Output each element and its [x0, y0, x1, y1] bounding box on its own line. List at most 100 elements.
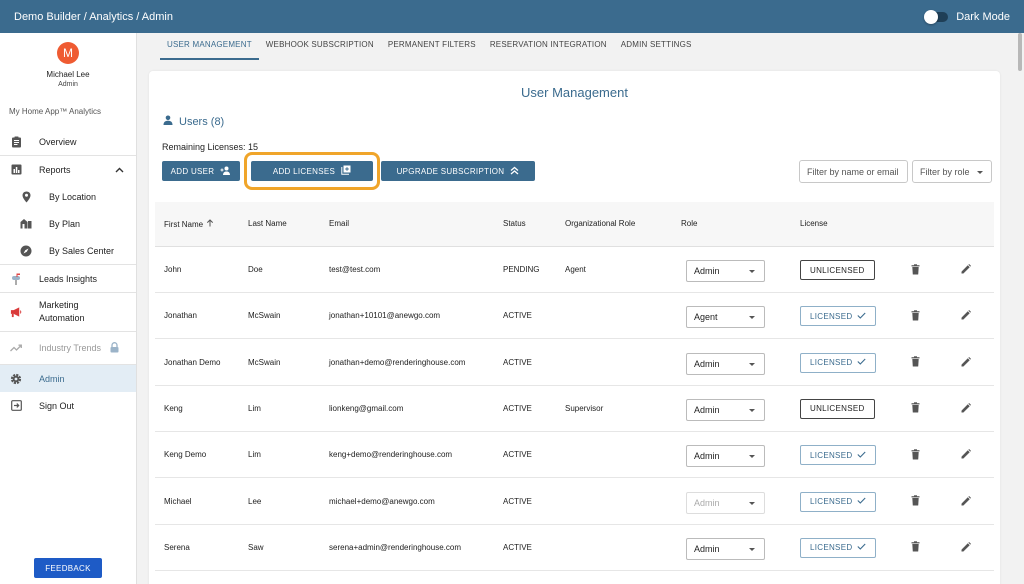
- double-chevron-up-icon: [510, 166, 519, 177]
- cell-last-name: Lee: [248, 496, 262, 506]
- trash-icon[interactable]: [909, 495, 921, 507]
- license-button[interactable]: UNLICENSED: [800, 398, 875, 419]
- sidebar-item-label: Industry Trends: [39, 343, 102, 353]
- role-select[interactable]: Admin: [686, 537, 765, 560]
- dark-mode-toggle[interactable]: [924, 9, 949, 24]
- filter-name-email-input[interactable]: Filter by name or email: [799, 160, 908, 183]
- breadcrumb[interactable]: Demo Builder / Analytics / Admin: [14, 11, 173, 23]
- caret-down-icon: [749, 501, 755, 505]
- pencil-icon[interactable]: [960, 448, 972, 460]
- license-button[interactable]: LICENSED: [800, 537, 877, 558]
- trash-icon[interactable]: [909, 402, 921, 414]
- role-value: Agent: [694, 312, 718, 323]
- trending-up-icon: [10, 342, 22, 354]
- license-button[interactable]: LICENSED: [800, 491, 877, 512]
- add-user-button[interactable]: ADD USER: [162, 161, 240, 181]
- cell-last-name: Saw: [248, 542, 264, 552]
- caret-down-icon: [977, 171, 983, 174]
- avatar[interactable]: M: [57, 42, 79, 64]
- sidebar-item-label: Admin: [39, 373, 65, 384]
- role-select[interactable]: Admin: [686, 352, 765, 375]
- filter-role-select[interactable]: Filter by role: [912, 160, 992, 183]
- cell-email: jonathan+demo@renderinghouse.com: [329, 357, 466, 367]
- cell-first-name: John: [164, 265, 182, 274]
- sidebar-item-by-location[interactable]: By Location: [0, 183, 136, 210]
- cell-first-name: Jonathan: [164, 311, 197, 321]
- library-add-icon: [341, 165, 351, 177]
- add-licenses-button[interactable]: ADD LICENSES: [251, 161, 373, 181]
- page-scrollbar[interactable]: [1018, 33, 1022, 71]
- pencil-icon[interactable]: [960, 495, 972, 507]
- trash-icon[interactable]: [909, 309, 921, 321]
- license-button[interactable]: LICENSED: [800, 352, 877, 373]
- cell-email: serena+admin@renderinghouse.com: [329, 542, 461, 552]
- column-role[interactable]: Role: [681, 219, 697, 228]
- house-plan-icon: [20, 218, 32, 230]
- sidebar-item-overview[interactable]: Overview: [0, 128, 136, 155]
- tab-admin-settings[interactable]: ADMIN SETTINGS: [614, 33, 699, 60]
- arrow-up-icon: [206, 219, 214, 229]
- clipboard-icon: [10, 136, 22, 148]
- sidebar-item-admin[interactable]: Admin: [0, 365, 136, 392]
- pencil-icon[interactable]: [960, 263, 972, 275]
- license-label: LICENSED: [810, 450, 853, 460]
- column-email[interactable]: Email: [329, 219, 349, 228]
- table-row: Jonathan McSwain jonathan+10101@anewgo.com…: [155, 293, 994, 340]
- sidebar-item-by-sales-center[interactable]: By Sales Center: [0, 237, 136, 264]
- pencil-icon[interactable]: [960, 356, 972, 368]
- license-button[interactable]: UNLICENSED: [800, 260, 875, 280]
- sidebar-item-industry-trends[interactable]: Industry Trends: [0, 332, 136, 364]
- role-value: Admin: [694, 404, 720, 415]
- tab-permanent-filters[interactable]: PERMANENT FILTERS: [381, 33, 483, 60]
- trash-icon[interactable]: [909, 448, 921, 460]
- check-icon: [857, 451, 867, 460]
- trash-icon[interactable]: [909, 263, 921, 275]
- cell-org-role: Agent: [565, 265, 586, 274]
- role-select[interactable]: Admin: [686, 398, 765, 421]
- pencil-icon[interactable]: [960, 541, 972, 553]
- role-select: Admin: [686, 491, 765, 514]
- caret-down-icon: [749, 408, 755, 412]
- caret-down-icon: [749, 270, 755, 273]
- license-button[interactable]: LICENSED: [800, 445, 877, 466]
- column-first-name[interactable]: First Name: [164, 219, 214, 229]
- column-status[interactable]: Status: [503, 219, 526, 228]
- sidebar-item-sign-out[interactable]: Sign Out: [0, 392, 136, 419]
- chevron-up-icon[interactable]: [115, 165, 124, 175]
- person-add-icon: [220, 166, 231, 177]
- column-organizational-role[interactable]: Organizational Role: [565, 219, 635, 228]
- column-license[interactable]: License: [800, 219, 828, 228]
- table-row: John Doe test@test.com PENDING Agent Admin UNL…: [155, 247, 994, 293]
- role-select[interactable]: Admin: [686, 260, 765, 282]
- trash-icon[interactable]: [909, 541, 921, 553]
- check-icon: [857, 543, 867, 552]
- license-button[interactable]: LICENSED: [800, 306, 877, 327]
- feedback-button[interactable]: FEEDBACK: [34, 558, 102, 578]
- cell-org-role: Supervisor: [565, 403, 604, 413]
- cell-first-name: Serena: [164, 542, 190, 552]
- role-select[interactable]: Admin: [686, 445, 765, 468]
- pencil-icon[interactable]: [960, 402, 972, 414]
- add-licenses-label: ADD LICENSES: [272, 166, 336, 176]
- sidebar-item-marketing-automation[interactable]: Marketing Automation: [0, 293, 136, 331]
- sidebar-item-leads-insights[interactable]: Leads Insights: [0, 265, 136, 292]
- tab-reservation-integration[interactable]: RESERVATION INTEGRATION: [483, 33, 614, 60]
- cell-first-name: Michael: [164, 496, 192, 506]
- pencil-icon[interactable]: [960, 309, 972, 321]
- license-label: UNLICENSED: [810, 404, 865, 414]
- sidebar-item-reports[interactable]: Reports: [0, 156, 136, 183]
- tab-user-management[interactable]: USER MANAGEMENT: [160, 33, 259, 60]
- caret-down-icon: [749, 316, 755, 320]
- upgrade-subscription-button[interactable]: UPGRADE SUBSCRIPTION: [381, 161, 535, 181]
- sidebar-item-label: By Plan: [49, 218, 81, 229]
- column-last-name[interactable]: Last Name: [248, 219, 287, 228]
- user-management-card: User Management Users (8) Remaining Lice…: [149, 71, 1000, 584]
- dark-mode-toggle-group[interactable]: Dark Mode: [924, 9, 1010, 24]
- cell-first-name: Keng: [164, 403, 183, 413]
- sidebar-item-by-plan[interactable]: By Plan: [0, 210, 136, 237]
- add-user-label: ADD USER: [170, 166, 215, 176]
- trash-icon[interactable]: [909, 356, 921, 368]
- tab-webhook-subscription[interactable]: WEBHOOK SUBSCRIPTION: [259, 33, 381, 60]
- map-pin-icon: [20, 191, 32, 203]
- role-select[interactable]: Agent: [686, 306, 765, 329]
